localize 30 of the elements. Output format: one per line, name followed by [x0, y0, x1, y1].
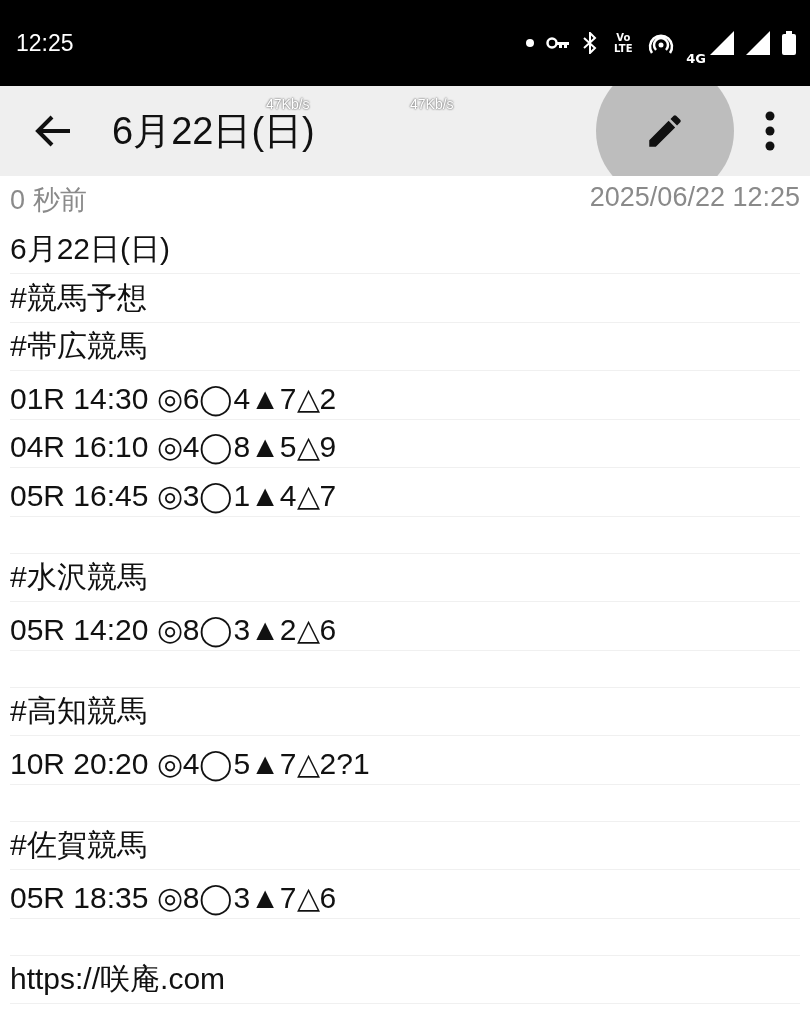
note-line: #競馬予想: [10, 279, 147, 316]
speed-overlay: 47Kb/s: [266, 96, 310, 112]
signal-icon: [746, 31, 770, 55]
note-line: 6月22日(日): [10, 231, 171, 267]
signal-icon: [710, 31, 734, 55]
clock: 12:25: [16, 29, 74, 57]
note-line: 05R 16:45 ◎3◯1▲4△7: [10, 477, 337, 513]
note-line: 04R 16:10 ◎4◯8▲5△9: [10, 429, 337, 464]
battery-icon: [782, 31, 796, 55]
note-line: #高知競馬: [10, 693, 147, 729]
hotspot-icon: [648, 32, 675, 54]
volte-label: Vo LTE: [613, 32, 634, 54]
more-options-icon[interactable]: [764, 111, 776, 151]
back-arrow-icon[interactable]: [34, 114, 72, 148]
network-label: 4G: [686, 50, 706, 66]
note-line: 05R 18:35 ◎8◯3▲7△6: [10, 879, 337, 915]
note-line: #佐賀競馬: [10, 827, 147, 863]
note-line: 10R 20:20 ◎4◯5▲7△2?1: [10, 745, 370, 781]
note-line: #帯広競馬: [10, 328, 147, 364]
note-title: 6月22日(日): [112, 109, 315, 154]
note-line: 05R 14:20 ◎8◯3▲2△6: [10, 611, 337, 647]
dot-icon: [526, 39, 535, 47]
note-line: #水沢競馬: [10, 559, 147, 595]
key-icon: [546, 36, 571, 50]
bluetooth-icon: [582, 32, 599, 54]
speed-overlay: 47Kb/s: [410, 96, 454, 112]
timestamp: 2025/06/22 12:25: [589, 182, 800, 214]
relative-time: 0 秒前: [10, 184, 87, 217]
note-line: 01R 14:30 ◎6◯4▲7△2: [10, 380, 337, 416]
note-line: https://咲庵.com: [10, 961, 226, 997]
